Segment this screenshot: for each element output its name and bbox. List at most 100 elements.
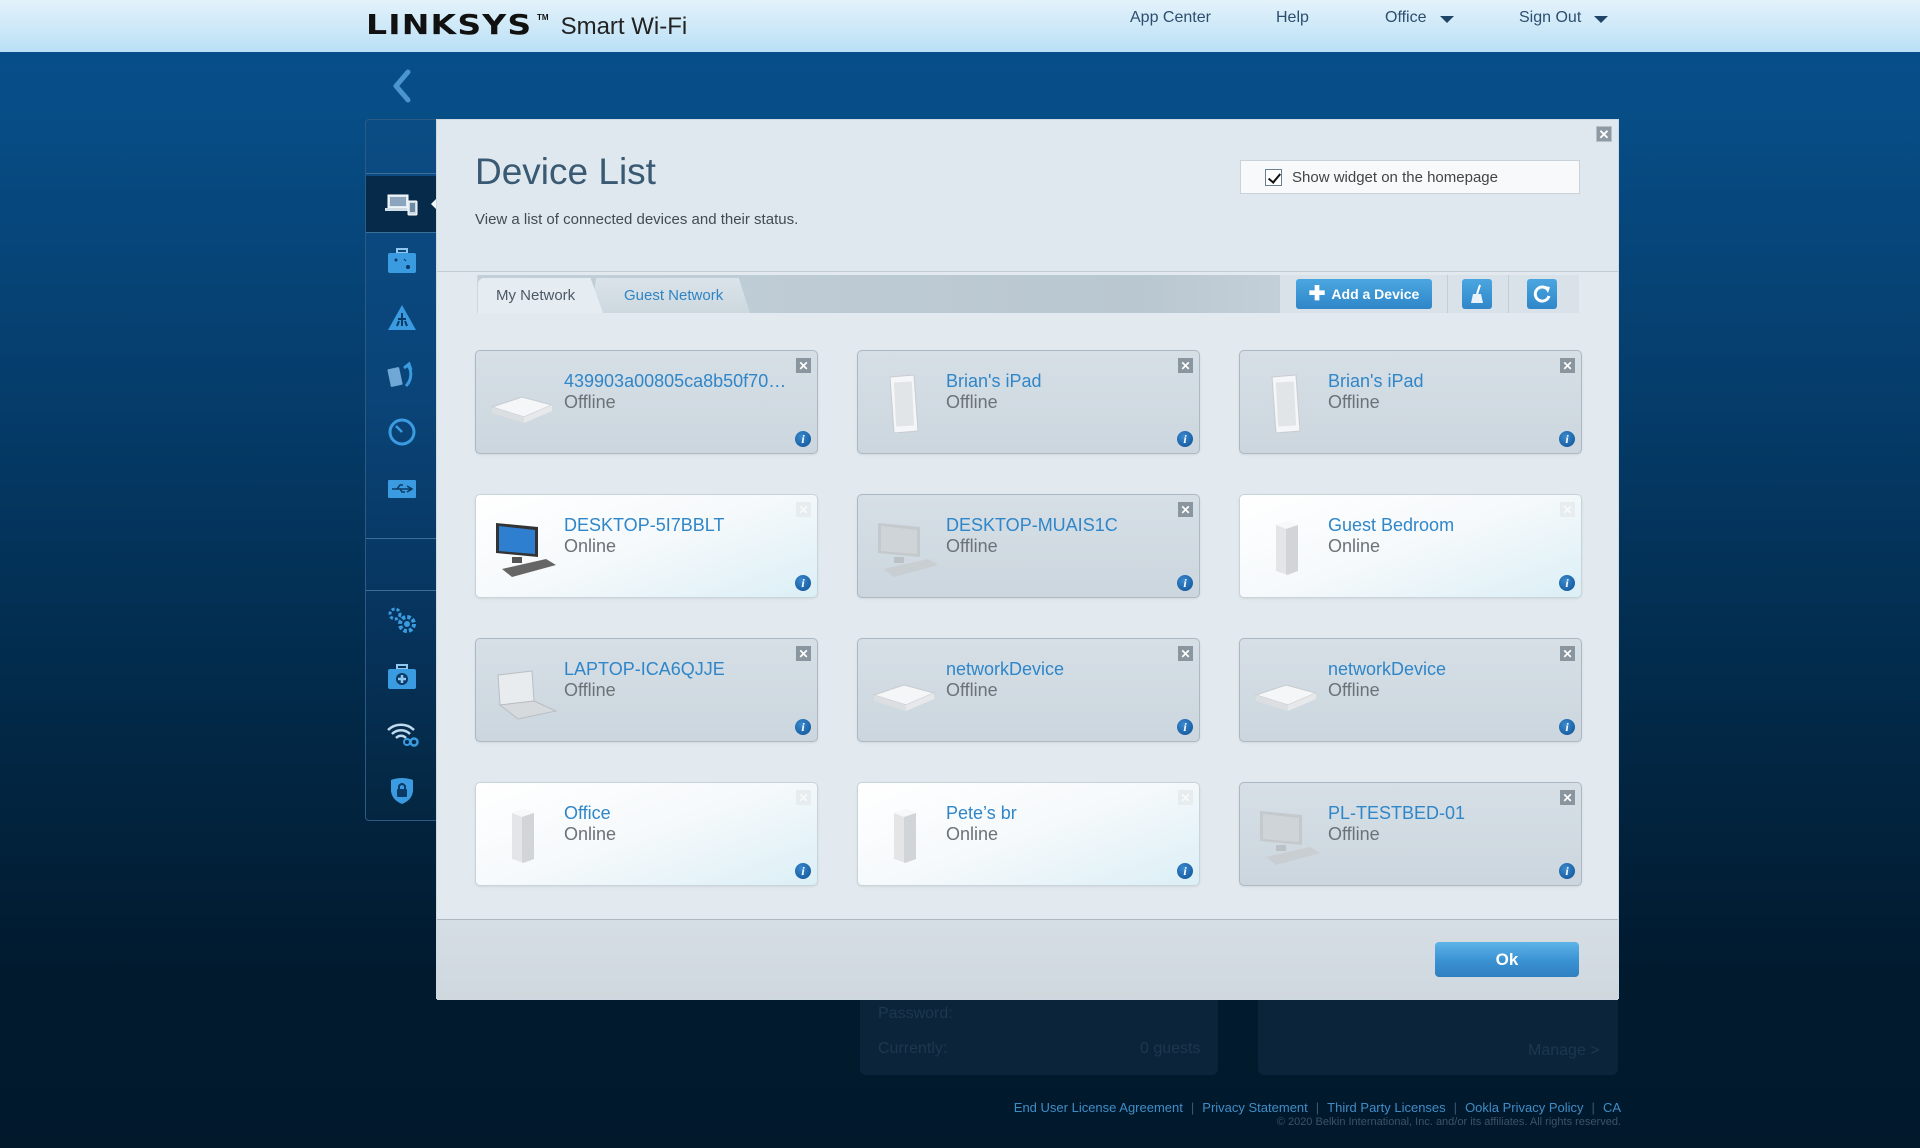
device-name[interactable]: networkDevice: [1328, 659, 1558, 680]
device-name[interactable]: DESKTOP-5I7BBLT: [564, 515, 794, 536]
trademark: TM: [537, 13, 549, 22]
footer-link-privacy[interactable]: Privacy Statement: [1194, 1100, 1316, 1115]
chevron-left-icon[interactable]: [390, 68, 414, 104]
manage-link[interactable]: Manage >: [1528, 1042, 1600, 1060]
device-card[interactable]: networkDevice Offline ✕ i: [857, 638, 1200, 742]
add-device-button[interactable]: ✚ Add a Device: [1296, 279, 1432, 309]
linksys-logo[interactable]: LINKSYS TM Smart Wi-Fi: [366, 8, 687, 41]
sidebar-item-troubleshooting[interactable]: [366, 649, 438, 705]
broom-icon: [1471, 284, 1483, 303]
info-icon[interactable]: i: [795, 719, 811, 735]
show-widget-checkbox[interactable]: Show widget on the homepage: [1240, 160, 1580, 194]
checkbox-checked-icon[interactable]: [1265, 168, 1282, 186]
device-name[interactable]: PL-TESTBED-01: [1328, 803, 1558, 824]
delete-device-icon[interactable]: ✕: [796, 358, 811, 373]
device-card[interactable]: Brian's iPad Offline ✕ i: [857, 350, 1200, 454]
product-name: Smart Wi-Fi: [560, 13, 688, 40]
nav-sign-out[interactable]: Sign Out: [1519, 9, 1609, 27]
info-icon[interactable]: i: [1559, 431, 1575, 447]
device-name[interactable]: Brian's iPad: [1328, 371, 1558, 392]
info-icon[interactable]: i: [1559, 863, 1575, 879]
speedometer-icon: [388, 418, 416, 446]
footer-link-third-party[interactable]: Third Party Licenses: [1319, 1100, 1454, 1115]
copyright: © 2020 Belkin International, Inc. and/or…: [1276, 1116, 1621, 1128]
device-status: Offline: [1328, 392, 1380, 412]
info-icon[interactable]: i: [795, 431, 811, 447]
delete-device-icon[interactable]: ✕: [1560, 790, 1575, 805]
delete-device-icon[interactable]: ✕: [1178, 502, 1193, 517]
nav-label: Help: [1276, 9, 1309, 26]
device-name[interactable]: LAPTOP-ICA6QJJE: [564, 659, 794, 680]
divider: [366, 173, 438, 174]
footer-link-eula[interactable]: End User License Agreement: [1006, 1100, 1191, 1115]
sidebar-item-media-prioritization[interactable]: [366, 347, 438, 403]
desktop-icon: [1252, 801, 1322, 871]
device-card[interactable]: DESKTOP-MUAIS1C Offline ✕ i: [857, 494, 1200, 598]
tablet-icon: [870, 369, 940, 439]
sidebar-item-parental-controls[interactable]: [366, 290, 438, 346]
device-card[interactable]: Brian's iPad Offline ✕ i: [1239, 350, 1582, 454]
device-status: Offline: [946, 680, 998, 700]
desktop-icon: [488, 513, 558, 583]
shield-lock-icon: [391, 778, 413, 804]
sidebar-item-speed-test[interactable]: [366, 404, 438, 460]
close-icon[interactable]: ✕: [1596, 126, 1612, 142]
wifi-settings-icon: [387, 723, 419, 747]
device-card[interactable]: PL-TESTBED-01 Offline ✕ i: [1239, 782, 1582, 886]
info-icon[interactable]: i: [795, 575, 811, 591]
device-name[interactable]: networkDevice: [946, 659, 1176, 680]
top-header: LINKSYS TM Smart Wi-Fi App Center Help O…: [0, 0, 1920, 52]
device-status: Offline: [1328, 680, 1380, 700]
divider: [1447, 275, 1448, 313]
device-name[interactable]: Pete’s br: [946, 803, 1176, 824]
device-card[interactable]: 439903a00805ca8b50f70… Offline ✕ i: [475, 350, 818, 454]
footer-link-ookla[interactable]: Ookla Privacy Policy: [1457, 1100, 1591, 1115]
footer-link-ca[interactable]: CA: [1595, 1100, 1621, 1115]
device-name[interactable]: Guest Bedroom: [1328, 515, 1558, 536]
device-card[interactable]: LAPTOP-ICA6QJJE Offline ✕ i: [475, 638, 818, 742]
show-widget-label: Show widget on the homepage: [1292, 168, 1498, 186]
device-name[interactable]: Office: [564, 803, 794, 824]
refresh-button[interactable]: [1527, 279, 1557, 309]
sidebar-item-device-list[interactable]: [366, 176, 439, 232]
device-card[interactable]: networkDevice Offline ✕ i: [1239, 638, 1582, 742]
device-card[interactable]: DESKTOP-5I7BBLT Online ✕ i: [475, 494, 818, 598]
plus-icon: ✚: [1308, 283, 1326, 305]
sidebar-item-external-storage[interactable]: [366, 461, 438, 517]
info-icon[interactable]: i: [1559, 575, 1575, 591]
tab-my-network[interactable]: My Network: [478, 278, 603, 313]
device-name[interactable]: 439903a00805ca8b50f70…: [564, 371, 794, 392]
info-icon[interactable]: i: [795, 863, 811, 879]
delete-device-icon[interactable]: ✕: [1560, 358, 1575, 373]
nav-help[interactable]: Help: [1276, 9, 1309, 27]
device-card[interactable]: Pete’s br Online ✕ i: [857, 782, 1200, 886]
node-icon: [870, 801, 940, 871]
device-card[interactable]: Office Online ✕ i: [475, 782, 818, 886]
ok-button[interactable]: Ok: [1435, 942, 1579, 977]
info-icon[interactable]: i: [1177, 863, 1193, 879]
nav-app-center[interactable]: App Center: [1130, 9, 1211, 27]
device-card[interactable]: Guest Bedroom Online ✕ i: [1239, 494, 1582, 598]
sidebar-item-wireless[interactable]: [366, 706, 438, 762]
clean-up-button[interactable]: [1462, 279, 1492, 309]
delete-device-icon[interactable]: ✕: [1560, 646, 1575, 661]
device-name[interactable]: Brian's iPad: [946, 371, 1176, 392]
info-icon[interactable]: i: [1177, 431, 1193, 447]
delete-device-icon[interactable]: ✕: [796, 646, 811, 661]
info-icon[interactable]: i: [1559, 719, 1575, 735]
delete-device-icon[interactable]: ✕: [1178, 358, 1193, 373]
password-label: Password:: [878, 1005, 953, 1022]
tab-guest-network[interactable]: Guest Network: [590, 278, 750, 313]
parental-warning-icon: [388, 305, 416, 330]
sidebar-item-security[interactable]: [366, 763, 438, 819]
sidebar-item-connectivity[interactable]: [366, 592, 438, 648]
nav-network-dropdown[interactable]: Office: [1385, 9, 1454, 27]
sidebar-item-guest-access[interactable]: [366, 233, 438, 289]
info-icon[interactable]: i: [1177, 575, 1193, 591]
modal-subtitle: View a list of connected devices and the…: [475, 211, 799, 228]
add-device-label: Add a Device: [1331, 286, 1420, 302]
info-icon[interactable]: i: [1177, 719, 1193, 735]
gears-icon: [388, 607, 416, 633]
delete-device-icon[interactable]: ✕: [1178, 646, 1193, 661]
device-name[interactable]: DESKTOP-MUAIS1C: [946, 515, 1176, 536]
